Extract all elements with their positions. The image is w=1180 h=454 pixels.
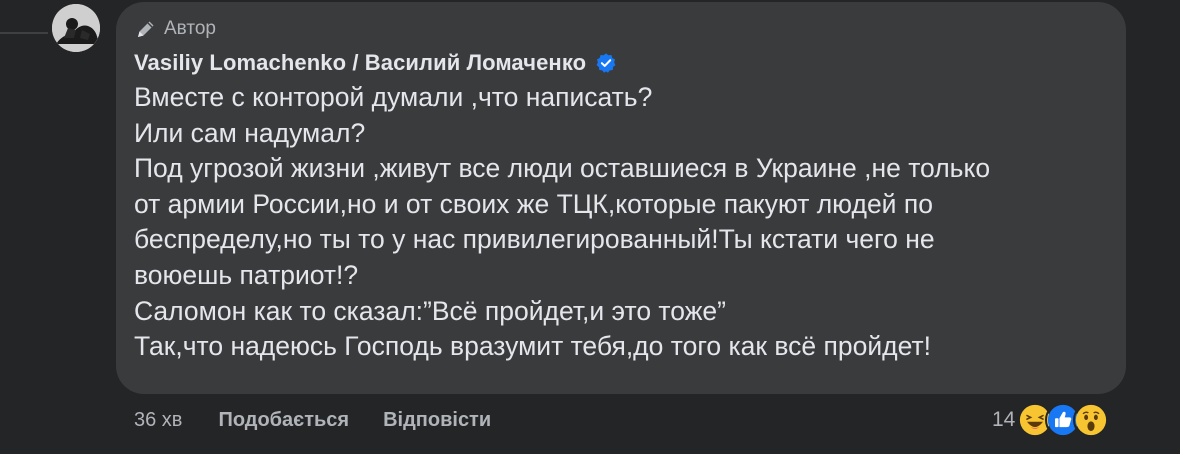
- avatar[interactable]: [52, 4, 100, 52]
- avatar-image: [52, 4, 100, 52]
- reaction-count: 14: [992, 408, 1016, 431]
- comment-line: Или сам надумал?: [134, 117, 366, 148]
- author-badge-label: Автор: [164, 18, 216, 39]
- like-button[interactable]: Подобається: [218, 409, 349, 432]
- comment-actions: 36 хв Подобається Відповісти: [134, 406, 491, 434]
- comment-line: Под угрозой жизни ,живут все люди оставш…: [134, 153, 991, 184]
- comment-line: Саломон как то сказал:”Всё пройдет,и это…: [134, 295, 726, 326]
- comment-line: Так,что надеюсь Господь вразумит тебя,до…: [134, 331, 931, 362]
- reply-button[interactable]: Відповісти: [383, 409, 491, 432]
- author-badge: Автор: [134, 16, 216, 42]
- comment-line: Вместе с конторой думали ,что написать?: [134, 82, 653, 112]
- pencil-icon: [138, 21, 154, 37]
- comment-line: от армии России,но и от своих же ТЦК,кот…: [134, 188, 933, 219]
- author-name-row: Vasiliy Lomachenko / Василий Ломаченко: [134, 48, 617, 78]
- reaction-summary[interactable]: 14: [992, 400, 1110, 440]
- verified-badge-icon: [596, 53, 616, 73]
- comment-timestamp[interactable]: 36 хв: [134, 409, 182, 432]
- wow-icon: [1073, 402, 1110, 438]
- comment-line: воюешь патриот!?: [134, 259, 359, 290]
- thread-connector-line: [0, 32, 48, 34]
- comment-text: Вместе с конторой думали ,что написать? …: [134, 80, 1114, 365]
- author-name-link[interactable]: Vasiliy Lomachenko / Василий Ломаченко: [134, 50, 586, 76]
- comment-line: беспределу,но ты то у нас привилегирован…: [134, 224, 935, 255]
